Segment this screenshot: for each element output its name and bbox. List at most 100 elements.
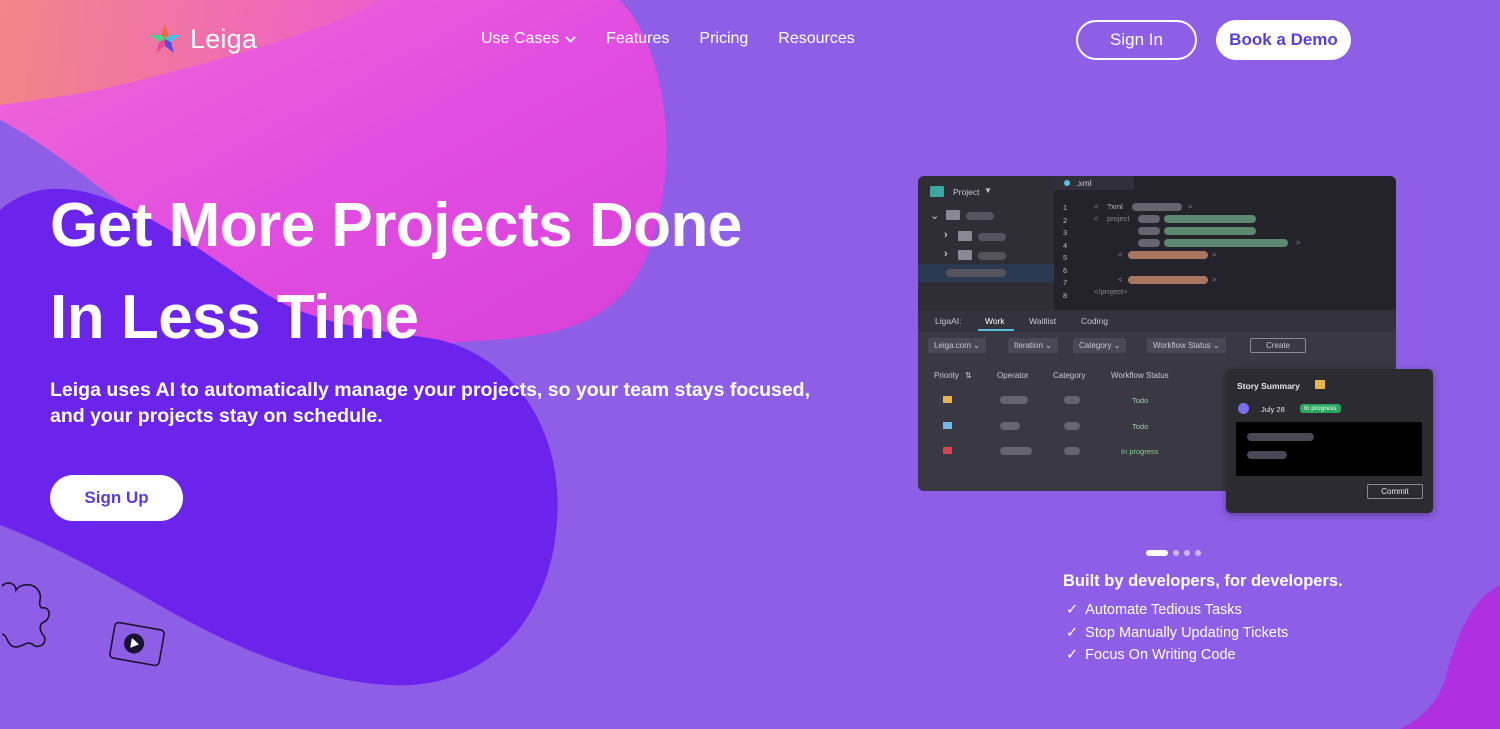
menu-item-label: Pricing xyxy=(699,30,749,47)
line-number: 3 xyxy=(1063,228,1068,237)
category-bar xyxy=(1064,396,1080,404)
folder-icon xyxy=(958,250,972,260)
create-button[interactable]: Create xyxy=(1250,338,1306,353)
sort-icon[interactable]: ⇅ xyxy=(965,371,972,380)
tab-coding[interactable]: Coding xyxy=(1081,316,1108,326)
commit-button[interactable]: Commit xyxy=(1367,484,1423,499)
features-title: Built by developers, for developers. xyxy=(1063,572,1343,590)
filter-category[interactable]: Category ⌄ xyxy=(1073,338,1127,353)
filter-label: Category xyxy=(1079,341,1112,350)
flag-icon xyxy=(943,396,952,403)
flag-icon xyxy=(943,447,952,454)
panel-tabs: LigaAI: Work Waitlist Coding xyxy=(918,310,1396,332)
folder-icon xyxy=(958,231,972,241)
col-priority: Priority xyxy=(934,371,959,380)
book-demo-button[interactable]: Book a Demo xyxy=(1216,20,1351,60)
code-bar xyxy=(1138,227,1160,235)
story-content-box[interactable] xyxy=(1236,422,1422,476)
code-gt: > xyxy=(1212,275,1217,284)
code-gt: > xyxy=(1188,202,1193,211)
menu-item-label: Features xyxy=(606,30,670,47)
code-xml-decl: ?xml xyxy=(1107,202,1123,211)
placeholder-bar xyxy=(978,252,1006,260)
checkmark-icon: ✓ xyxy=(1066,602,1079,619)
slider-dot[interactable] xyxy=(1195,550,1201,556)
code-bar xyxy=(1128,276,1208,284)
feature-item: ✓ Automate Tedious Tasks xyxy=(1066,599,1288,622)
filter-project[interactable]: Leiga.com ⌄ xyxy=(928,338,986,353)
feature-label: Focus On Writing Code xyxy=(1085,647,1236,664)
code-bar xyxy=(1164,227,1256,235)
code-lt: < xyxy=(1094,214,1099,223)
brand-name: Leiga xyxy=(190,23,258,54)
filter-workflow-status[interactable]: Workflow Status ⌄ xyxy=(1147,338,1226,353)
avatar xyxy=(1238,403,1249,414)
slider-dot[interactable] xyxy=(1173,550,1179,556)
line-number: 2 xyxy=(1063,215,1068,225)
code-lt: < xyxy=(1118,275,1123,284)
story-title: Story Summary xyxy=(1237,381,1300,391)
slider-dot[interactable] xyxy=(1146,550,1168,556)
operator-bar xyxy=(1000,447,1032,455)
sidebar-title: Project xyxy=(953,187,980,197)
flag-icon xyxy=(943,422,952,429)
hero-title-line-2: In Less Time xyxy=(50,283,419,352)
category-bar xyxy=(1064,447,1080,455)
menu-item-use-cases[interactable]: Use Cases xyxy=(481,30,576,48)
top-navigation: Leiga Use Cases Features Pricing Resourc… xyxy=(0,0,1500,80)
code-bar xyxy=(1138,215,1160,223)
active-tab-indicator xyxy=(978,329,1014,331)
tab-work[interactable]: Work xyxy=(985,316,1005,326)
sign-in-button[interactable]: Sign In xyxy=(1076,20,1197,60)
main-menu: Use Cases Features Pricing Resources xyxy=(481,30,855,48)
checkmark-icon: ✓ xyxy=(1066,624,1079,641)
menu-item-label: Use Cases xyxy=(481,30,560,47)
project-sidebar: Project ▼ ⌄ › › xyxy=(918,176,1054,310)
feature-item: ✓ Focus On Writing Code xyxy=(1066,644,1288,667)
code-bar xyxy=(1138,239,1160,247)
line-number: 4 xyxy=(1063,240,1068,250)
video-play-icon[interactable] xyxy=(106,618,168,670)
content-bar xyxy=(1247,451,1287,459)
checkmark-icon: ✓ xyxy=(1066,647,1079,664)
filter-label: Iteration xyxy=(1014,341,1043,350)
code-open-tag: project xyxy=(1107,214,1130,223)
col-operator: Operator xyxy=(997,371,1029,380)
code-bar xyxy=(1164,215,1256,223)
line-number: 7 xyxy=(1063,278,1068,287)
tab-ligaai: LigaAI: xyxy=(935,316,962,326)
code-lt: < xyxy=(1094,202,1099,211)
chevron-down-icon xyxy=(565,35,576,43)
line-number: 8 xyxy=(1063,290,1068,300)
status-badge: In progress xyxy=(1300,404,1341,413)
status-text: Todo xyxy=(1132,396,1149,405)
code-bar xyxy=(1128,251,1208,259)
code-lt: < xyxy=(1118,250,1123,259)
hero-subtitle: Leiga uses AI to automatically manage yo… xyxy=(50,379,811,427)
hero-title-line-1: Get More Projects Done xyxy=(50,191,742,260)
brand-logo[interactable]: Leiga xyxy=(148,22,257,56)
col-workflow-status: Workflow Status xyxy=(1111,371,1169,380)
filter-label: Leiga.com xyxy=(934,341,971,350)
line-number: 1 xyxy=(1063,203,1068,212)
file-tab-label: .xml xyxy=(1076,178,1092,188)
filter-iteration[interactable]: Iteration ⌄ xyxy=(1008,338,1058,353)
menu-item-pricing[interactable]: Pricing xyxy=(699,30,748,48)
feature-item: ✓ Stop Manually Updating Tickets xyxy=(1066,622,1288,645)
operator-bar xyxy=(1000,396,1028,404)
tab-waitlist[interactable]: Waitlist xyxy=(1029,316,1056,326)
story-date: July 28 xyxy=(1261,405,1285,414)
code-gt: > xyxy=(1296,238,1301,247)
code-close-tag: </project> xyxy=(1094,287,1128,296)
line-numbers: 1 2 3 4 5 6 7 8 xyxy=(1063,202,1067,302)
menu-item-resources[interactable]: Resources xyxy=(778,30,854,48)
category-bar xyxy=(1064,422,1080,430)
code-bar xyxy=(1164,239,1288,247)
code-gt: > xyxy=(1212,250,1217,259)
leiga-star-icon xyxy=(150,24,180,53)
slider-dot[interactable] xyxy=(1184,550,1190,556)
menu-item-features[interactable]: Features xyxy=(606,30,669,48)
sign-up-button[interactable]: Sign Up xyxy=(50,475,183,521)
col-category: Category xyxy=(1053,371,1086,380)
line-number: 6 xyxy=(1063,265,1068,275)
